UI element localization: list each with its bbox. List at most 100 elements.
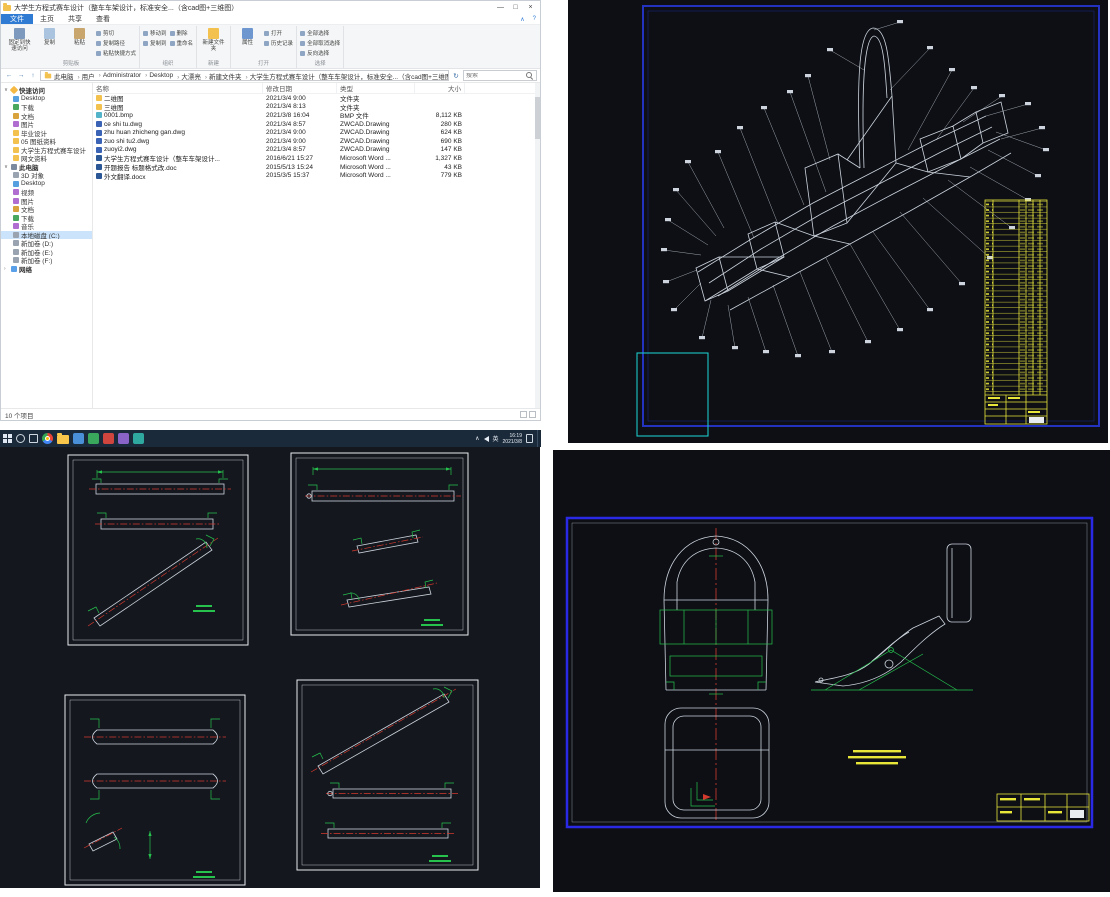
pin-to-quick-access-button[interactable]: 固定到快速访问 bbox=[6, 26, 33, 52]
file-explorer-icon[interactable] bbox=[57, 432, 69, 444]
file-row[interactable]: 外文翻译.docx 2015/3/5 15:37 Microsoft Word … bbox=[93, 171, 540, 181]
taskbar-app-icon-4[interactable] bbox=[118, 433, 129, 444]
nav-item-custom-1[interactable]: 毕业设计 bbox=[1, 129, 92, 137]
rename-button[interactable]: 重命名 bbox=[169, 39, 193, 47]
minimize-button[interactable]: — bbox=[493, 1, 508, 14]
scrollbar[interactable] bbox=[535, 83, 540, 408]
crumb-desktop[interactable]: Desktop bbox=[143, 72, 173, 79]
cut-button[interactable]: 剪切 bbox=[96, 29, 136, 37]
copy-path-icon bbox=[96, 40, 101, 46]
up-button[interactable]: ↑ bbox=[28, 72, 38, 79]
ribbon-collapse-icon[interactable]: ∧ bbox=[516, 14, 528, 24]
invert-selection-button[interactable]: 反向选择 bbox=[300, 49, 340, 57]
nav-item-downloads[interactable]: 下载 bbox=[1, 103, 92, 112]
nav-item-desktop[interactable]: Desktop bbox=[1, 95, 92, 104]
scrollbar-thumb[interactable] bbox=[535, 97, 540, 139]
new-folder-button[interactable]: 新建文件夹 bbox=[200, 26, 227, 52]
title-bar[interactable]: 大学生方程式赛车设计（整车车架设计，标准安全...（含cad图+三维图） — □… bbox=[1, 1, 540, 14]
select-none-button[interactable]: 全部取消选择 bbox=[300, 39, 340, 47]
back-button[interactable]: ← bbox=[4, 72, 14, 79]
refresh-icon[interactable]: ↻ bbox=[451, 72, 461, 80]
select-all-button[interactable]: 全部选择 bbox=[300, 29, 340, 37]
nav-item-local-disk-c[interactable]: 本地磁盘 (C:) bbox=[1, 230, 92, 239]
copy-to-button[interactable]: 复制到 bbox=[143, 39, 167, 47]
ribbon-group-clipboard: 固定到快速访问 复制 粘贴 剪切 复制路径 粘贴快捷方式 剪贴板 bbox=[3, 26, 141, 68]
show-desktop-button[interactable] bbox=[537, 430, 539, 447]
nav-quick-access[interactable]: ∨ 快速访问 bbox=[1, 86, 92, 95]
nav-item-pc-downloads[interactable]: 下载 bbox=[1, 214, 92, 222]
crumb-folder-2[interactable]: 新建文件夹 bbox=[203, 71, 242, 81]
tab-file[interactable]: 文件 bbox=[1, 14, 33, 24]
help-icon[interactable]: ? bbox=[529, 14, 540, 24]
details-view-icon[interactable] bbox=[520, 411, 527, 418]
tab-home[interactable]: 主页 bbox=[33, 14, 61, 24]
nav-item-pc-desktop[interactable]: Desktop bbox=[1, 180, 92, 189]
column-type[interactable]: 类型 bbox=[337, 83, 415, 93]
delete-button[interactable]: 删除 bbox=[169, 29, 194, 37]
copy-path-button[interactable]: 复制路径 bbox=[96, 39, 136, 47]
taskbar-app-icon-1[interactable] bbox=[73, 433, 84, 444]
properties-button[interactable]: 属性 bbox=[234, 26, 261, 46]
copy-button[interactable]: 复制 bbox=[36, 26, 63, 46]
nav-item-videos[interactable]: 视频 bbox=[1, 188, 92, 197]
tray-chevron-icon[interactable]: ∧ bbox=[475, 435, 479, 442]
crumb-current-folder[interactable]: 大学生方程式赛车设计（整车车架设计，标准安全...（含cad图+三维图） bbox=[244, 71, 448, 81]
taskbar-app-icon-5[interactable] bbox=[133, 433, 144, 444]
search-box[interactable] bbox=[463, 70, 537, 81]
breadcrumb[interactable]: 此电脑 用户 Administrator Desktop 大漂亮 新建文件夹 大… bbox=[40, 70, 449, 81]
move-to-button[interactable]: 移动到 bbox=[143, 29, 167, 37]
task-view-button[interactable] bbox=[29, 434, 38, 443]
nav-item-music[interactable]: 音乐 bbox=[1, 222, 92, 231]
title-block bbox=[985, 394, 1047, 424]
column-name[interactable]: 名称 bbox=[93, 83, 263, 93]
documents-icon bbox=[13, 112, 19, 119]
column-size[interactable]: 大小 bbox=[415, 83, 465, 93]
crumb-this-pc[interactable]: 此电脑 bbox=[54, 71, 74, 81]
file-row[interactable]: ce shi tu.dwg 2021/3/4 8:57 ZWCAD.Drawin… bbox=[93, 120, 540, 129]
nav-item-custom-4[interactable]: 网文资料 bbox=[1, 154, 92, 163]
start-button[interactable] bbox=[3, 434, 12, 443]
nav-item-documents[interactable]: 文档 bbox=[1, 112, 92, 120]
nav-item-custom-3[interactable]: 大学生方程式赛车设计 bbox=[1, 146, 92, 154]
nav-item-volume-f[interactable]: 新加卷 (F:) bbox=[1, 256, 92, 265]
search-input[interactable] bbox=[466, 72, 524, 79]
maximize-button[interactable]: □ bbox=[508, 1, 523, 14]
cad-vehicle-layout-canvas bbox=[565, 516, 1094, 829]
chrome-icon[interactable] bbox=[42, 433, 53, 444]
file-row[interactable]: 三维图 2021/3/4 8:13 文件夹 bbox=[93, 103, 540, 112]
nav-item-pc-pictures[interactable]: 图片 bbox=[1, 197, 92, 205]
ime-indicator[interactable]: 英 bbox=[493, 434, 499, 443]
search-button[interactable] bbox=[16, 434, 25, 443]
nav-item-3d-objects[interactable]: 3D 对象 bbox=[1, 171, 92, 180]
nav-item-custom-2[interactable]: 05 图纸资料 bbox=[1, 137, 92, 146]
forward-button[interactable]: → bbox=[16, 72, 26, 79]
taskbar-app-icon-3[interactable] bbox=[103, 433, 114, 444]
nav-item-volume-d[interactable]: 新加卷 (D:) bbox=[1, 239, 92, 248]
nav-network[interactable]: › 网络 bbox=[1, 265, 92, 273]
nav-this-pc[interactable]: ∨ 此电脑 bbox=[1, 163, 92, 171]
part-drawing-3 bbox=[83, 718, 226, 878]
nav-item-pc-documents[interactable]: 文档 bbox=[1, 205, 92, 214]
volume-icon[interactable] bbox=[483, 435, 489, 442]
close-button[interactable]: × bbox=[523, 1, 538, 14]
thumbnail-view-icon[interactable] bbox=[529, 411, 536, 418]
file-row[interactable]: 0001.bmp 2021/3/8 16:04 BMP 文件 8,112 KB bbox=[93, 111, 540, 120]
nav-item-volume-e[interactable]: 新加卷 (E:) bbox=[1, 248, 92, 256]
tab-share[interactable]: 共享 bbox=[61, 14, 89, 24]
paste-button[interactable]: 粘贴 bbox=[66, 26, 93, 46]
crumb-folder-1[interactable]: 大漂亮 bbox=[175, 71, 201, 81]
paste-shortcut-button[interactable]: 粘贴快捷方式 bbox=[96, 49, 136, 57]
history-button[interactable]: 历史记录 bbox=[264, 39, 293, 47]
folder-icon bbox=[13, 146, 19, 153]
crumb-users[interactable]: 用户 bbox=[76, 71, 95, 81]
column-date[interactable]: 修改日期 bbox=[263, 83, 337, 93]
nav-item-pictures[interactable]: 图片 bbox=[1, 120, 92, 129]
crumb-administrator[interactable]: Administrator bbox=[97, 72, 141, 79]
taskbar-clock[interactable]: 16:19 2021/3/8 bbox=[503, 433, 522, 445]
taskbar-app-icon-2[interactable] bbox=[88, 433, 99, 444]
tab-view[interactable]: 查看 bbox=[89, 14, 117, 24]
open-button[interactable]: 打开 bbox=[264, 29, 293, 37]
file-row[interactable]: zhu huan zhicheng gan.dwg 2021/3/4 9:00 … bbox=[93, 128, 540, 137]
file-row[interactable]: zuo shi tu2.dwg 2021/3/4 9:00 ZWCAD.Draw… bbox=[93, 137, 540, 146]
notification-center-icon[interactable] bbox=[526, 434, 533, 443]
